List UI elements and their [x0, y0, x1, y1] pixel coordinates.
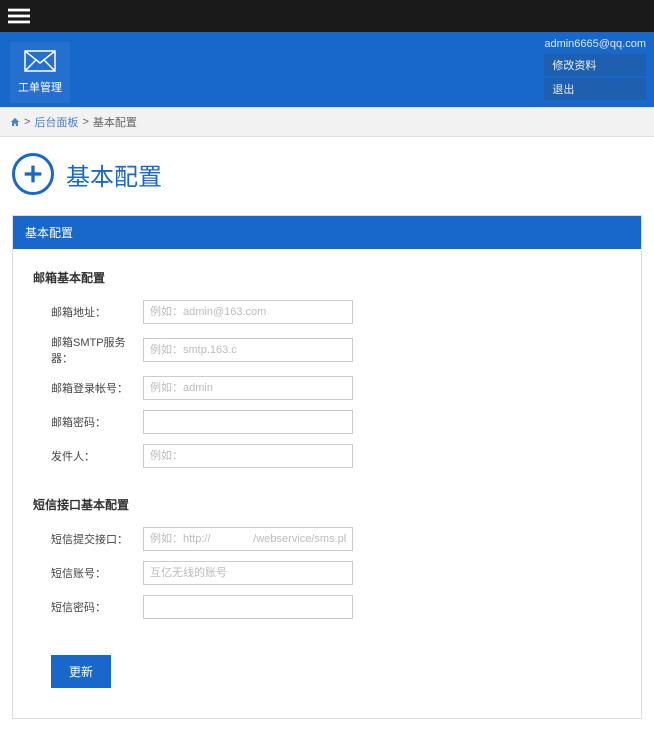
panel: 基本配置 邮箱基本配置 邮箱地址： 邮箱SMTP服务器： 邮箱登录帐号： 邮箱密…	[12, 215, 642, 719]
row-sms-url: 短信提交接口：	[33, 527, 621, 551]
content: 基本配置 邮箱基本配置 邮箱地址： 邮箱SMTP服务器： 邮箱登录帐号： 邮箱密…	[0, 215, 654, 739]
input-sender[interactable]	[143, 444, 353, 468]
breadcrumb-item-current: 基本配置	[93, 114, 137, 130]
row-smtp: 邮箱SMTP服务器：	[33, 334, 621, 366]
label-sms-url: 短信提交接口：	[33, 531, 143, 547]
header-module[interactable]: 工单管理	[10, 42, 70, 103]
logout-link[interactable]: 退出	[544, 78, 646, 100]
section-email: 邮箱基本配置 邮箱地址： 邮箱SMTP服务器： 邮箱登录帐号： 邮箱密码：	[33, 269, 621, 468]
section-sms-title: 短信接口基本配置	[33, 496, 621, 513]
input-login[interactable]	[143, 376, 353, 400]
input-sms-url[interactable]	[143, 527, 353, 551]
page-title: 基本配置	[66, 157, 162, 192]
breadcrumb-sep: >	[24, 116, 30, 128]
input-smtp[interactable]	[143, 338, 353, 362]
row-sms-password: 短信密码：	[33, 595, 621, 619]
panel-header: 基本配置	[13, 216, 641, 249]
row-password: 邮箱密码：	[33, 410, 621, 434]
breadcrumb-item-dashboard[interactable]: 后台面板	[34, 114, 78, 130]
input-sms-account[interactable]	[143, 561, 353, 585]
page-title-row: 基本配置	[0, 137, 654, 215]
row-login: 邮箱登录帐号：	[33, 376, 621, 400]
section-sms: 短信接口基本配置 短信提交接口： 短信账号： 短信密码：	[33, 496, 621, 619]
section-email-title: 邮箱基本配置	[33, 269, 621, 286]
breadcrumb-sep: >	[82, 116, 88, 128]
breadcrumb: > 后台面板 > 基本配置	[0, 107, 654, 137]
input-password[interactable]	[143, 410, 353, 434]
hamburger-icon[interactable]	[8, 5, 30, 27]
label-password: 邮箱密码：	[33, 414, 143, 430]
edit-profile-link[interactable]: 修改资料	[544, 54, 646, 76]
row-sms-account: 短信账号：	[33, 561, 621, 585]
submit-button[interactable]: 更新	[51, 655, 111, 688]
plus-circle-icon[interactable]	[12, 153, 54, 195]
row-email-addr: 邮箱地址：	[33, 300, 621, 324]
label-sms-password: 短信密码：	[33, 599, 143, 615]
header-module-label: 工单管理	[14, 79, 66, 95]
header: 工单管理 admin6665@qq.com 修改资料 退出	[0, 32, 654, 107]
input-email-addr[interactable]	[143, 300, 353, 324]
home-icon[interactable]	[10, 116, 20, 128]
top-bar	[0, 0, 654, 32]
header-user-menu: admin6665@qq.com 修改资料 退出	[544, 38, 646, 100]
label-email-addr: 邮箱地址：	[33, 304, 143, 320]
input-sms-password[interactable]	[143, 595, 353, 619]
panel-body: 邮箱基本配置 邮箱地址： 邮箱SMTP服务器： 邮箱登录帐号： 邮箱密码：	[13, 249, 641, 718]
row-sender: 发件人：	[33, 444, 621, 468]
label-smtp: 邮箱SMTP服务器：	[33, 334, 143, 366]
envelope-icon	[14, 50, 66, 75]
label-sms-account: 短信账号：	[33, 565, 143, 581]
user-email: admin6665@qq.com	[544, 38, 646, 50]
label-login: 邮箱登录帐号：	[33, 380, 143, 396]
label-sender: 发件人：	[33, 448, 143, 464]
